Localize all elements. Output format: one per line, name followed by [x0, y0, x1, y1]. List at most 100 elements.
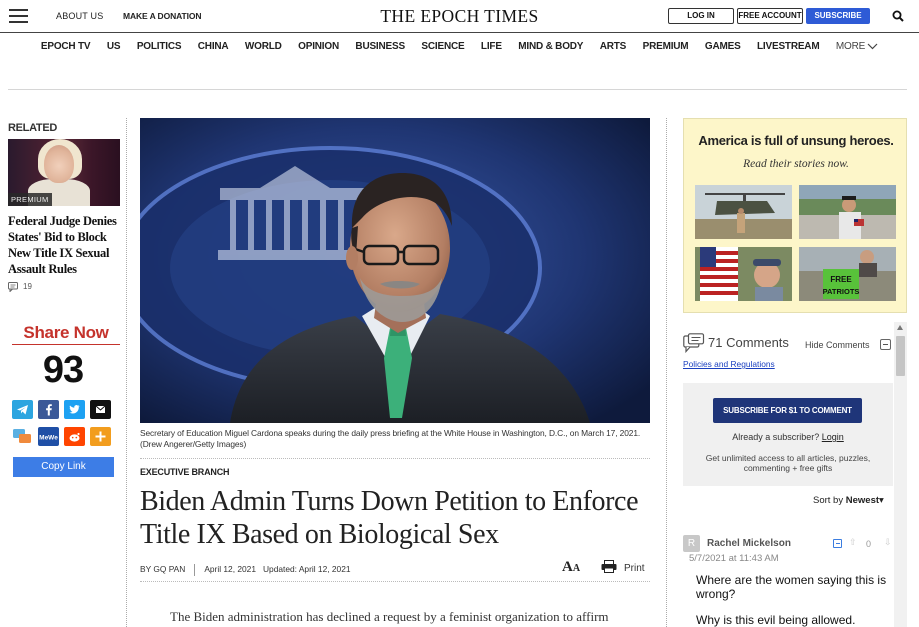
article-body: The Biden administration has declined a …: [170, 609, 609, 624]
byline-author[interactable]: BY GQ PAN: [140, 564, 185, 574]
svg-text:MeWe: MeWe: [39, 435, 58, 442]
comments-icon: [683, 333, 705, 353]
login-button[interactable]: LOG IN: [668, 8, 734, 24]
comments-count: 71 Comments: [708, 335, 789, 350]
nav-science[interactable]: SCIENCE: [421, 33, 464, 61]
sort-by-dropdown[interactable]: Sort by Newest▾: [813, 495, 884, 506]
gab-share-button[interactable]: [12, 427, 33, 446]
helicopter-photo: [695, 185, 792, 239]
comment-text: Where are the women saying this is wrong…: [696, 573, 887, 601]
nav-premium[interactable]: PREMIUM: [643, 33, 689, 61]
downvote-icon[interactable]: ⇩: [884, 537, 892, 548]
free-account-button[interactable]: FREE ACCOUNT: [737, 8, 803, 24]
sort-label: Sort by: [813, 495, 844, 506]
email-share-button[interactable]: [90, 400, 111, 419]
nav-us[interactable]: US: [107, 33, 121, 61]
comment-login-link[interactable]: Login: [822, 432, 844, 442]
facebook-share-button[interactable]: [38, 400, 59, 419]
svg-text:FREE: FREE: [830, 275, 852, 284]
related-article-title[interactable]: Federal Judge Denies States' Bid to Bloc…: [8, 213, 124, 277]
top-bar: ABOUT US MAKE A DONATION THE EPOCH TIMES…: [0, 0, 919, 33]
header-divider: [8, 89, 907, 90]
article-headline: Biden Admin Turns Down Petition to Enfor…: [140, 486, 639, 550]
subscribe-button[interactable]: SUBSCRIBE: [806, 8, 870, 24]
twitter-share-button[interactable]: [64, 400, 85, 419]
left-column-divider: [126, 118, 127, 627]
ad-image-free-patriots[interactable]: FREE PATRIOTS: [799, 247, 896, 301]
ad-image-helicopter[interactable]: [695, 185, 792, 239]
nav-world[interactable]: WORLD: [245, 33, 282, 61]
nav-livestream[interactable]: LIVESTREAM: [757, 33, 820, 61]
avatar[interactable]: R: [683, 535, 700, 552]
byline-separator: [194, 564, 196, 576]
svg-text:PATRIOTS: PATRIOTS: [823, 287, 860, 296]
share-now-heading: Share Now: [12, 323, 120, 345]
nav-epoch-tv[interactable]: EPOCH TV: [41, 33, 91, 61]
related-comment-count[interactable]: 19: [8, 282, 32, 293]
publish-date: April 12, 2021: [204, 564, 256, 575]
hide-comments-button[interactable]: Hide Comments: [805, 340, 870, 350]
nav-politics[interactable]: POLITICS: [137, 33, 182, 61]
image-caption: Secretary of Education Miguel Cardona sp…: [140, 428, 641, 449]
related-heading: RELATED: [8, 122, 58, 134]
nav-mind-body[interactable]: MIND & BODY: [518, 33, 583, 61]
comment-author[interactable]: Rachel Mickelson: [707, 538, 791, 549]
chevron-down-icon: [867, 43, 878, 50]
font-size-icon[interactable]: AA: [562, 559, 580, 576]
subscribe-to-comment-button[interactable]: SUBSCRIBE FOR $1 TO COMMENT: [713, 398, 862, 423]
byline-divider: [140, 581, 650, 582]
copy-link-button[interactable]: Copy Link: [13, 457, 114, 477]
mewe-share-button[interactable]: MeWe: [38, 427, 59, 446]
caption-divider: [140, 458, 650, 459]
press-briefing-photo: [140, 118, 650, 423]
gab-icon: [13, 429, 31, 443]
make-donation-link[interactable]: MAKE A DONATION: [123, 11, 202, 21]
scrollbar-thumb[interactable]: [896, 336, 905, 376]
policies-link[interactable]: Policies and Regulations: [683, 359, 775, 369]
mewe-icon: MeWe: [39, 435, 58, 442]
comment-icon: [8, 282, 18, 293]
telegram-share-button[interactable]: [12, 400, 33, 419]
twitter-icon: [69, 405, 80, 414]
collapse-comment-icon[interactable]: [833, 539, 842, 548]
share-count: 93: [42, 349, 84, 391]
section-tag[interactable]: EXECUTIVE BRANCH: [140, 467, 230, 477]
search-icon[interactable]: [892, 10, 904, 22]
upvote-icon[interactable]: ⇧: [849, 537, 857, 548]
scroll-up-icon[interactable]: [897, 325, 903, 330]
unlimited-access-text: Get unlimited access to all articles, pu…: [705, 453, 871, 473]
nav-more[interactable]: MORE: [836, 33, 878, 61]
print-icon[interactable]: [601, 560, 617, 573]
ad-image-veteran-flag[interactable]: [799, 185, 896, 239]
thumb-figure-face: [44, 145, 74, 183]
email-icon: [95, 405, 106, 413]
ad-subline: Read their stories now.: [743, 158, 849, 170]
nav-life[interactable]: LIFE: [481, 33, 502, 61]
comment-vote-count: 0: [866, 539, 872, 549]
flag-man-photo: [695, 247, 792, 301]
already-subscriber-text: Already a subscriber?: [732, 432, 820, 442]
veteran-photo: [799, 185, 896, 239]
right-column-divider: [666, 118, 667, 627]
menu-icon[interactable]: [9, 9, 28, 23]
unsung-heroes-ad[interactable]: America is full of unsung heroes. Read t…: [683, 118, 907, 313]
reddit-share-button[interactable]: [64, 427, 85, 446]
byline: BY GQ PAN April 12, 2021 Updated: April 1…: [140, 564, 351, 576]
nav-arts[interactable]: ARTS: [600, 33, 627, 61]
hero-image[interactable]: [140, 118, 650, 423]
premium-badge: PREMIUM: [8, 193, 52, 206]
nav-opinion[interactable]: OPINION: [298, 33, 339, 61]
more-share-icon: [95, 431, 106, 442]
nav-business[interactable]: BUSINESS: [355, 33, 405, 61]
more-share-button[interactable]: [90, 427, 111, 446]
ad-image-flag-man[interactable]: [695, 247, 792, 301]
related-article-thumbnail[interactable]: PREMIUM: [8, 139, 120, 206]
nav-games[interactable]: GAMES: [705, 33, 741, 61]
main-nav: EPOCH TV US POLITICS CHINA WORLD OPINION…: [0, 33, 919, 61]
print-label[interactable]: Print: [624, 563, 645, 574]
about-us-link[interactable]: ABOUT US: [56, 11, 103, 21]
comment-text-second-line: Why is this evil being allowed.: [696, 613, 856, 627]
already-subscriber: Already a subscriber? Login: [683, 432, 893, 442]
collapse-icon[interactable]: [880, 339, 891, 350]
nav-china[interactable]: CHINA: [198, 33, 229, 61]
